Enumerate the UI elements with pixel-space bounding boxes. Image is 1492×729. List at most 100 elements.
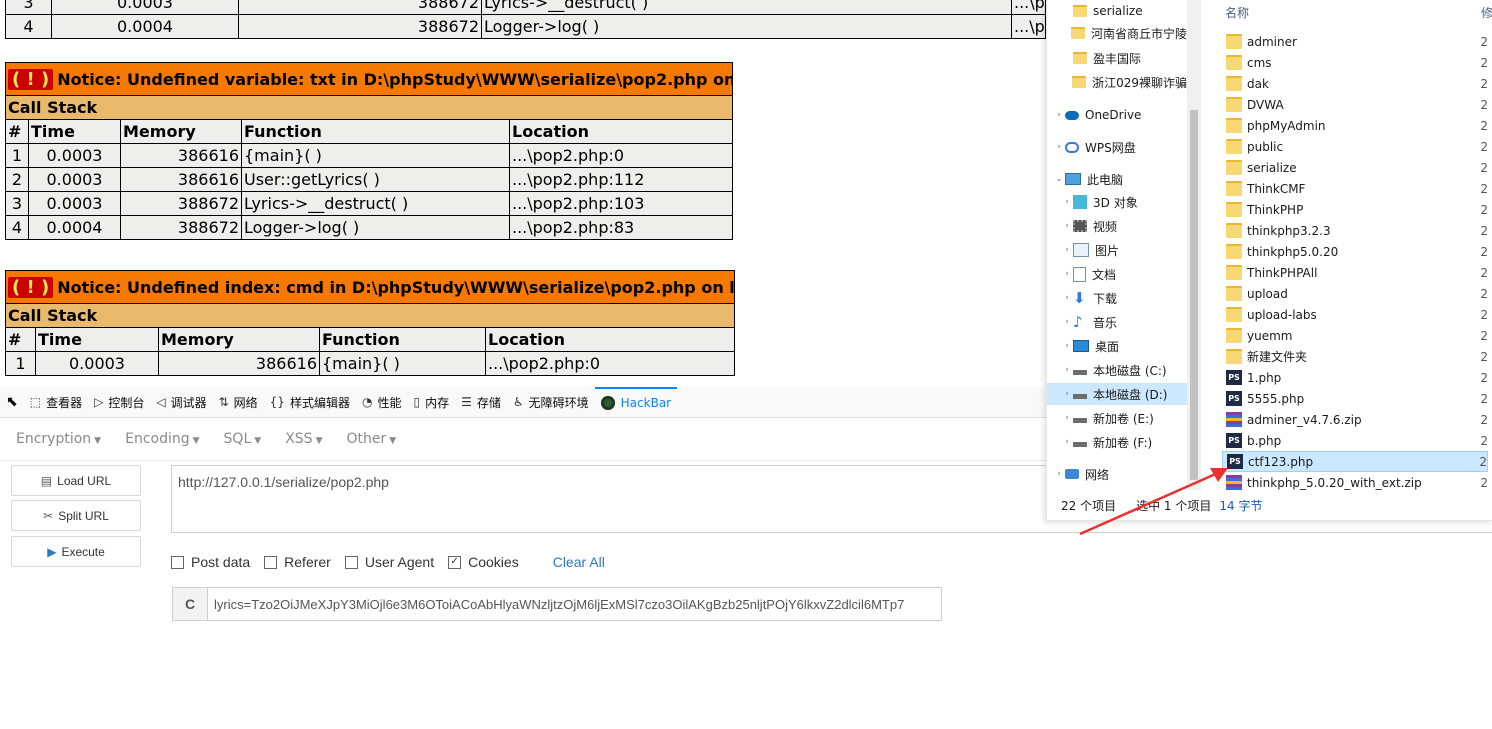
nav-scrollbar[interactable] xyxy=(1187,0,1201,490)
nav-item-label: 本地磁盘 (D:) xyxy=(1093,387,1168,402)
tab-devtools-0[interactable]: ⬚ 查看器 xyxy=(24,387,88,417)
chevron-right-icon[interactable]: › xyxy=(1061,317,1073,327)
chevron-down-icon[interactable]: ⌄ xyxy=(1053,174,1065,184)
file-item[interactable]: public 2 xyxy=(1222,136,1488,157)
option-cookies[interactable]: ✓ Cookies xyxy=(448,554,519,570)
chevron-right-icon[interactable]: › xyxy=(1061,269,1073,279)
file-item[interactable]: thinkphp3.2.3 2 xyxy=(1222,220,1488,241)
nav-item[interactable]: › 本地磁盘 (C:) xyxy=(1047,359,1187,381)
chevron-right-icon[interactable]: › xyxy=(1061,341,1073,351)
nav-item[interactable]: ⌄ 此电脑 xyxy=(1047,168,1187,190)
nav-item[interactable]: 河南省商丘市宁陵 xyxy=(1047,22,1187,44)
load-url-button[interactable]: ▤ Load URL xyxy=(11,465,141,496)
file-item[interactable]: PS 5555.php 2 xyxy=(1222,388,1488,409)
file-item[interactable]: DVWA 2 xyxy=(1222,94,1488,115)
file-item[interactable]: upload 2 xyxy=(1222,283,1488,304)
option-user-agent[interactable]: User Agent xyxy=(344,554,434,570)
file-item[interactable]: 新建文件夹 2 xyxy=(1222,346,1488,367)
hackbar-icon xyxy=(600,396,615,410)
cell-time: 0.0003 xyxy=(28,167,121,192)
clear-all-link[interactable]: Clear All xyxy=(553,554,605,570)
file-item[interactable]: PS ctf123.php 2 xyxy=(1222,451,1488,472)
chevron-right-icon[interactable]: › xyxy=(1061,245,1073,255)
nav-item[interactable]: › 3D 对象 xyxy=(1047,191,1187,213)
nav-item[interactable]: › 图片 xyxy=(1047,239,1187,261)
chevron-right-icon[interactable]: › xyxy=(1061,221,1073,231)
tab-hackbar[interactable]: HackBar xyxy=(594,387,678,417)
chevron-right-icon[interactable]: › xyxy=(1061,413,1073,423)
file-item[interactable]: ThinkPHPAll 2 xyxy=(1222,262,1488,283)
element-picker-icon[interactable]: ⬉ xyxy=(0,387,24,417)
file-item[interactable]: adminer 2 xyxy=(1222,31,1488,52)
menu-xss[interactable]: XSS ▼ xyxy=(281,431,326,447)
cookie-input[interactable]: lyrics=Tzo2OiJMeXJpY3MiOjl6e3M6OToiACoAb… xyxy=(208,588,941,620)
chevron-right-icon[interactable]: › xyxy=(1053,469,1065,479)
chevron-right-icon[interactable]: › xyxy=(1061,197,1073,207)
menu-encoding[interactable]: Encoding ▼ xyxy=(121,431,203,447)
tab-devtools-3[interactable]: ⇅ 网络 xyxy=(213,387,264,417)
file-item[interactable]: adminer_v4.7.6.zip 2 xyxy=(1222,409,1488,430)
tab-devtools-5[interactable]: ◔ 性能 xyxy=(356,387,408,417)
chevron-right-icon[interactable]: › xyxy=(1061,437,1073,447)
nav-item[interactable]: › OneDrive xyxy=(1047,104,1187,126)
file-item[interactable]: ThinkPHP 2 xyxy=(1222,199,1488,220)
nav-item[interactable]: › 文档 xyxy=(1047,263,1187,285)
file-item[interactable]: thinkphp5.0.20 2 xyxy=(1222,241,1488,262)
file-item[interactable]: phpMyAdmin 2 xyxy=(1222,115,1488,136)
cell-memory: 386616 xyxy=(158,351,320,376)
checkbox[interactable] xyxy=(171,555,184,569)
nav-item[interactable]: › WPS网盘 xyxy=(1047,136,1187,158)
file-name: public xyxy=(1247,139,1284,154)
chevron-right-icon[interactable]: › xyxy=(1061,389,1073,399)
menu-other[interactable]: Other ▼ xyxy=(342,431,400,447)
chevron-right-icon[interactable]: › xyxy=(1061,293,1073,303)
nav-item[interactable]: › 视频 xyxy=(1047,215,1187,237)
nav-item[interactable]: › ♪ 音乐 xyxy=(1047,311,1187,333)
file-item[interactable]: thinkphp_5.0.20_with_ext.zip 2 xyxy=(1222,472,1488,490)
file-item[interactable]: yuemm 2 xyxy=(1222,325,1488,346)
computer-icon xyxy=(1065,173,1081,185)
chevron-right-icon[interactable]: › xyxy=(1061,365,1073,375)
column-header-name[interactable]: 名称 xyxy=(1225,4,1249,21)
tab-devtools-8[interactable]: ♿ 无障碍环境 xyxy=(507,387,595,417)
file-item[interactable]: dak 2 xyxy=(1222,73,1488,94)
checkbox[interactable] xyxy=(344,555,358,569)
tab-devtools-7[interactable]: ☰ 存储 xyxy=(455,387,507,417)
nav-item[interactable]: serialize xyxy=(1047,0,1187,22)
execute-button[interactable]: ▶ Execute xyxy=(11,536,141,567)
option-post-data[interactable]: Post data xyxy=(171,554,250,570)
cell-function: {main}( ) xyxy=(319,351,486,376)
tab-icon: ◁ xyxy=(156,395,166,409)
nav-item[interactable]: › 桌面 xyxy=(1047,335,1187,357)
nav-item[interactable]: 盈丰国际 xyxy=(1047,47,1187,69)
file-item[interactable]: PS 1.php 2 xyxy=(1222,367,1488,388)
tab-devtools-2[interactable]: ◁ 调试器 xyxy=(150,387,212,417)
nav-item[interactable]: › 本地磁盘 (D:) xyxy=(1047,383,1187,405)
menu-sql[interactable]: SQL ▼ xyxy=(220,431,266,447)
file-item[interactable]: ThinkCMF 2 xyxy=(1222,178,1488,199)
file-item[interactable]: PS b.php 2 xyxy=(1222,430,1488,451)
checkbox[interactable] xyxy=(264,555,278,569)
tab-devtools-6[interactable]: ▯ 内存 xyxy=(407,387,455,417)
file-item[interactable]: upload-labs 2 xyxy=(1222,304,1488,325)
file-item[interactable]: serialize 2 xyxy=(1222,157,1488,178)
nav-item[interactable]: › 新加卷 (F:) xyxy=(1047,431,1187,453)
cell-index: 1 xyxy=(5,143,29,168)
option-referer[interactable]: Referer xyxy=(264,554,331,570)
split-url-button[interactable]: ✂ Split URL xyxy=(11,500,141,531)
chevron-right-icon[interactable]: › xyxy=(1053,142,1065,152)
nav-item[interactable]: 浙江029裸聊诈骗 xyxy=(1047,71,1187,93)
column-header-modified[interactable]: 修 xyxy=(1481,4,1492,21)
cookie-field: C lyrics=Tzo2OiJMeXJpY3MiOjl6e3M6OToiACo… xyxy=(172,587,942,621)
scrollbar-thumb[interactable] xyxy=(1190,110,1198,480)
tab-devtools-1[interactable]: ▷ 控制台 xyxy=(88,387,150,417)
menu-encryption[interactable]: Encryption ▼ xyxy=(12,431,105,447)
file-date: 2 xyxy=(1480,307,1488,322)
tab-devtools-4[interactable]: {} 样式编辑器 xyxy=(264,387,356,417)
notice-undefined-variable: ( ! ) Notice: Undefined variable: txt in … xyxy=(5,62,733,240)
checkbox[interactable]: ✓ xyxy=(448,555,462,569)
nav-item[interactable]: › 新加卷 (E:) xyxy=(1047,407,1187,429)
nav-item[interactable]: › ⬇ 下载 xyxy=(1047,287,1187,309)
file-item[interactable]: cms 2 xyxy=(1222,52,1488,73)
chevron-right-icon[interactable]: › xyxy=(1053,110,1065,120)
